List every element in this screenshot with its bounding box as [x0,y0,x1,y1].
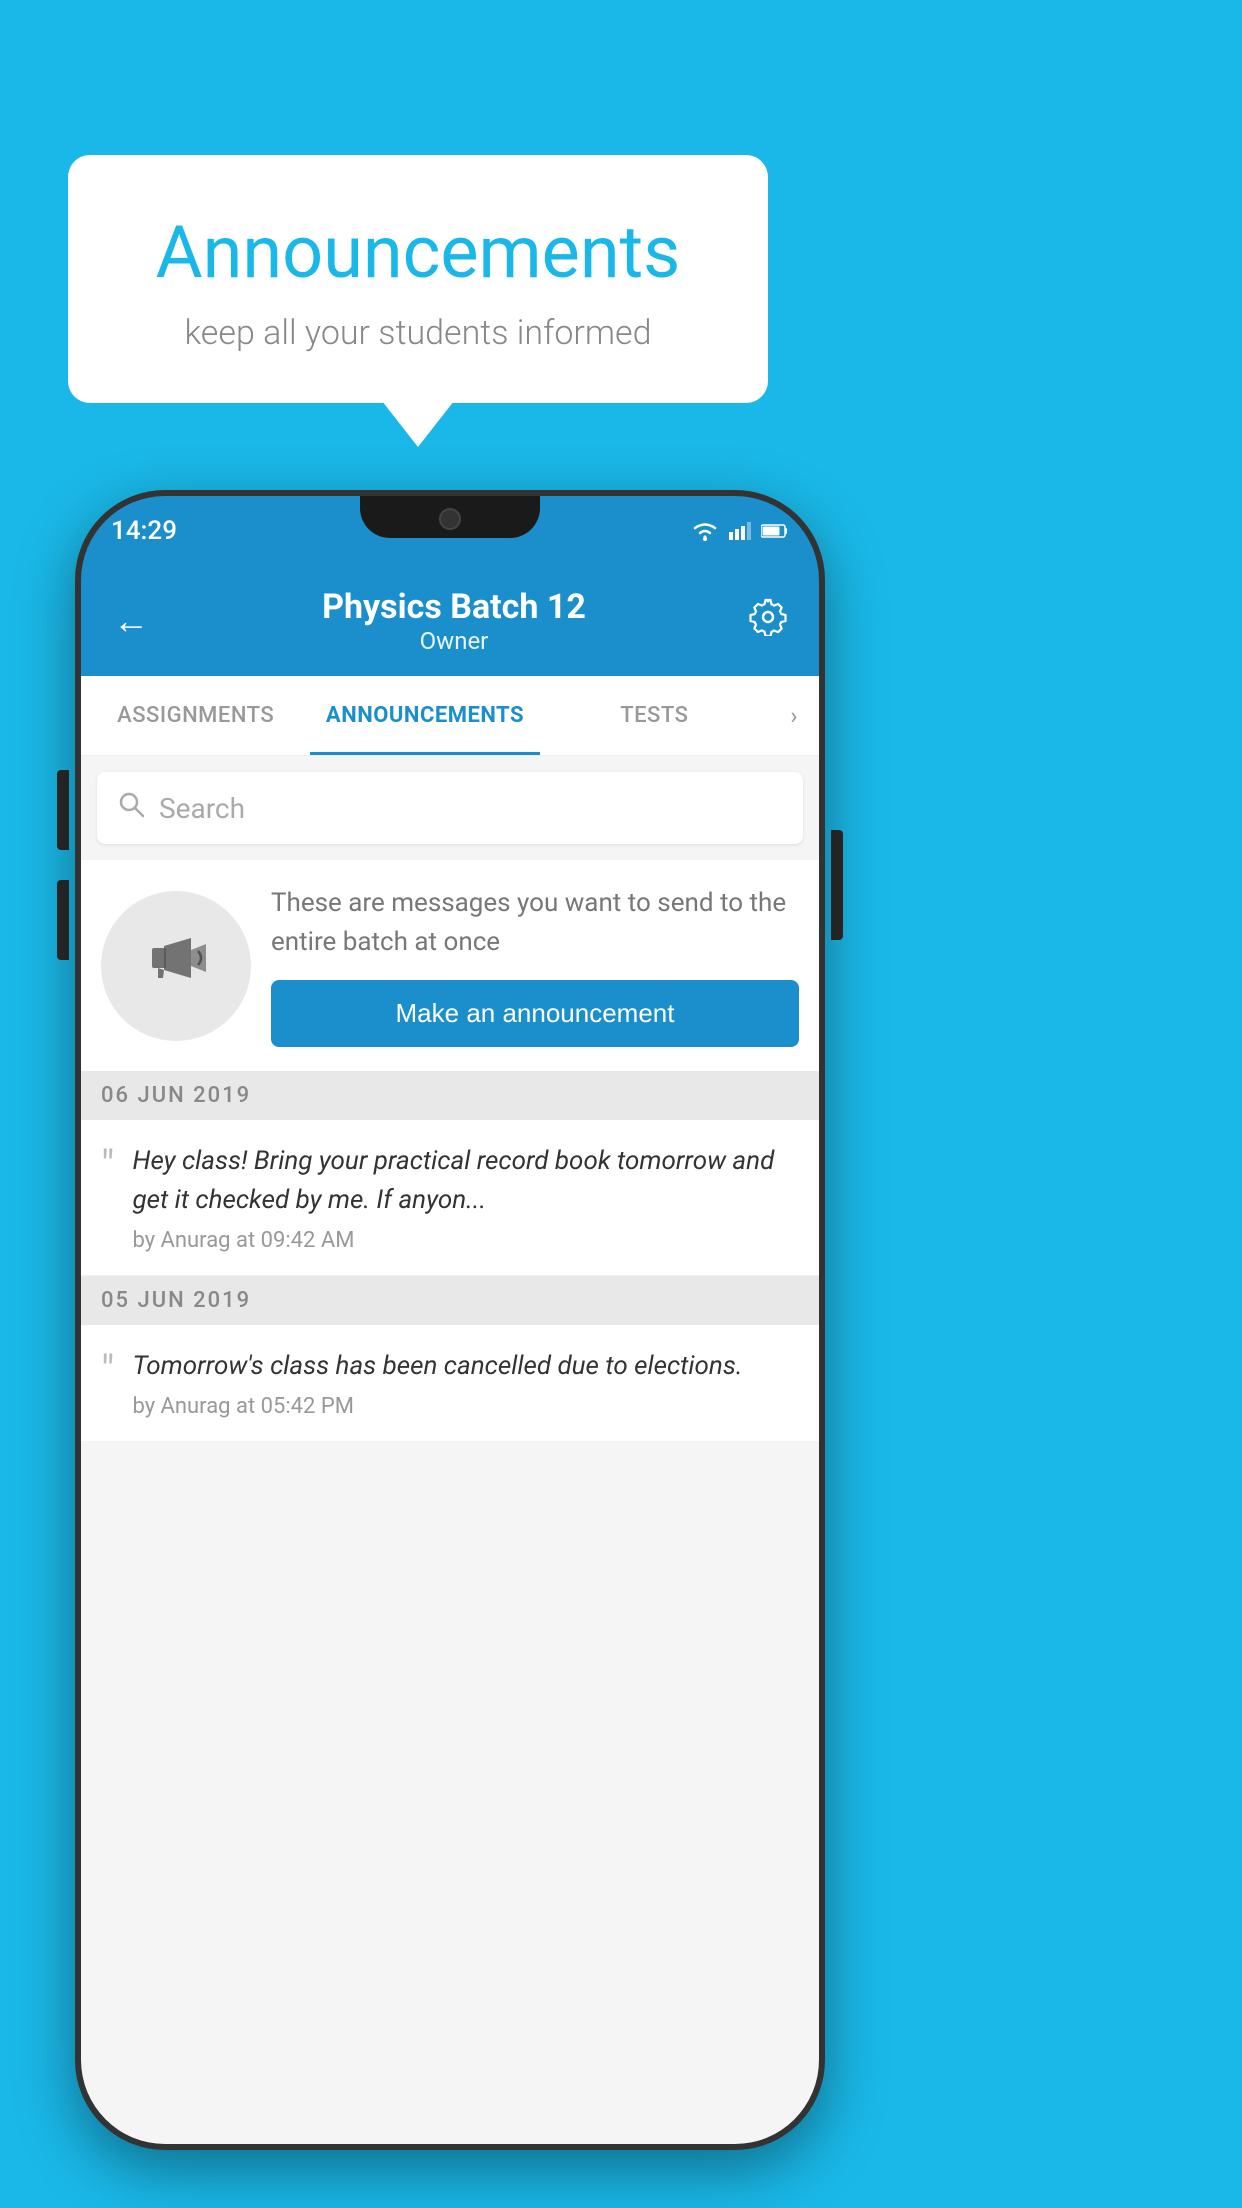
tab-tests[interactable]: TESTS [540,676,769,755]
phone-frame: 14:29 [75,490,825,2150]
content-area: Search [81,756,819,2144]
announcement-message-2: Tomorrow's class has been cancelled due … [132,1347,799,1386]
make-announcement-button[interactable]: Make an announcement [271,980,799,1047]
tab-announcements[interactable]: ANNOUNCEMENTS [310,676,539,755]
notch [360,496,540,538]
volume-down-button [57,880,69,960]
bubble-subtitle: keep all your students informed [128,313,708,353]
promo-text-area: These are messages you want to send to t… [271,884,799,1047]
bubble-title: Announcements [128,210,708,295]
announcement-item-1[interactable]: " Hey class! Bring your practical record… [81,1120,819,1276]
announcement-meta-1: by Anurag at 09:42 AM [132,1228,799,1253]
status-icons [691,521,789,541]
announcement-meta-2: by Anurag at 05:42 PM [132,1394,799,1419]
battery-icon [761,523,789,539]
announcement-message-1: Hey class! Bring your practical record b… [132,1142,799,1220]
volume-up-button [57,770,69,850]
tab-assignments[interactable]: ASSIGNMENTS [81,676,310,755]
announcement-item-2[interactable]: " Tomorrow's class has been cancelled du… [81,1325,819,1441]
phone-mockup: 14:29 [75,490,825,2170]
signal-icon [729,522,751,540]
quote-icon-1: " [101,1146,114,1188]
announcement-text-2: Tomorrow's class has been cancelled due … [132,1347,799,1419]
status-time: 14:29 [111,516,177,546]
quote-icon-2: " [101,1351,114,1393]
announcement-text-1: Hey class! Bring your practical record b… [132,1142,799,1253]
speech-bubble: Announcements keep all your students inf… [68,155,768,403]
tab-bar: ASSIGNMENTS ANNOUNCEMENTS TESTS › [81,676,819,756]
promo-icon-circle [101,891,251,1041]
app-bar-title: Physics Batch 12 [167,587,741,627]
search-placeholder: Search [159,792,245,825]
back-button[interactable]: ← [105,592,157,650]
app-bar-title-area: Physics Batch 12 Owner [167,587,741,655]
promo-description: These are messages you want to send to t… [271,884,799,962]
date-divider-2: 05 JUN 2019 [81,1276,819,1325]
date-divider-1: 06 JUN 2019 [81,1071,819,1120]
search-bar[interactable]: Search [97,772,803,844]
app-bar: ← Physics Batch 12 Owner [81,566,819,676]
settings-button[interactable] [741,590,795,653]
front-camera [439,508,461,530]
wifi-icon [691,521,719,541]
power-button [831,830,843,940]
app-bar-subtitle: Owner [167,627,741,655]
tab-more[interactable]: › [769,676,819,755]
megaphone-icon [136,918,216,1014]
promo-card: These are messages you want to send to t… [81,860,819,1071]
search-icon [117,790,145,826]
